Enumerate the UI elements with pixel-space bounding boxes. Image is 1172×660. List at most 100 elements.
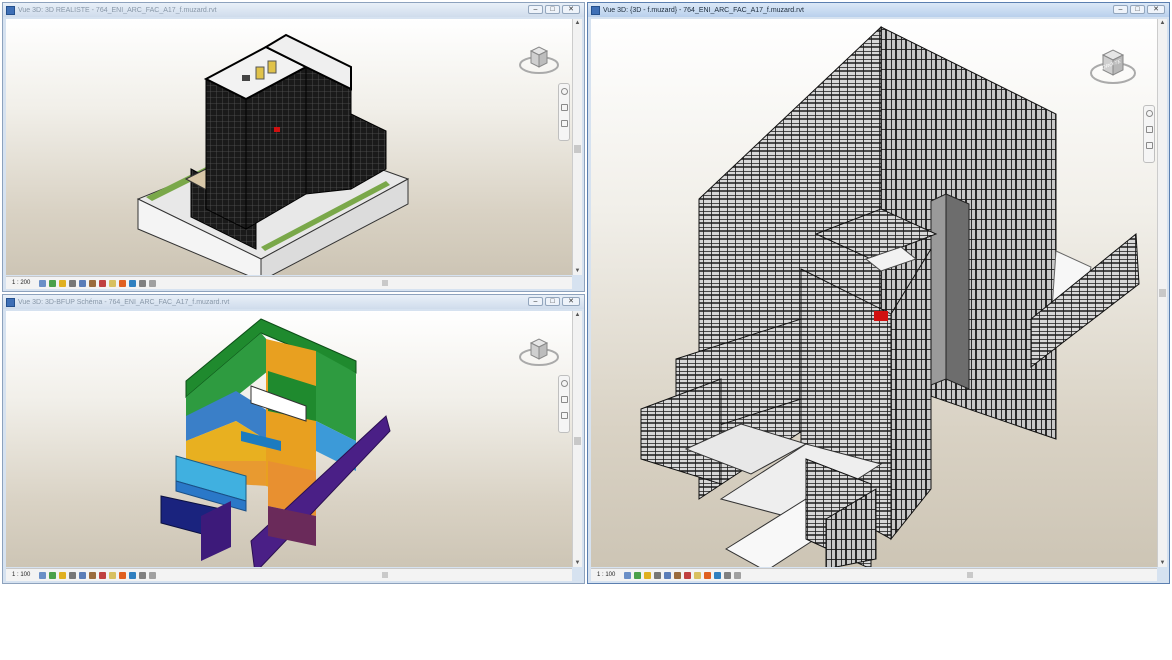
horizontal-scroll-thumb[interactable] [382,280,388,286]
vertical-scrollbar[interactable]: ▲ ▼ [1157,19,1167,567]
reveal-hidden-icon[interactable] [714,571,722,579]
viewcube[interactable] [518,333,560,374]
viewcube-icon [519,46,559,74]
highlight-displacement-icon[interactable] [149,279,157,287]
restore-button[interactable]: □ [545,297,560,306]
navigation-bar[interactable] [1143,105,1155,163]
crop-icon[interactable] [89,279,97,287]
horizontal-scroll-thumb[interactable] [967,572,973,578]
visual-style-icon[interactable] [49,279,57,287]
zoom-icon[interactable] [561,104,568,111]
scroll-down-arrow-icon[interactable]: ▼ [573,559,582,567]
analytical-model-icon[interactable] [139,279,147,287]
minimize-button[interactable]: – [528,297,543,306]
crop-visibility-icon[interactable] [684,571,692,579]
minimize-button[interactable]: – [1113,5,1128,14]
3d-viewport[interactable]: DROITE [591,19,1157,567]
shadows-icon[interactable] [69,571,77,579]
rendering-icon[interactable] [664,571,672,579]
scroll-up-arrow-icon[interactable]: ▲ [1158,19,1167,27]
sun-path-icon[interactable] [59,571,67,579]
close-button[interactable]: ✕ [562,297,580,306]
temporary-hide-icon[interactable] [704,571,712,579]
viewcube[interactable]: DROITE [1088,41,1138,94]
unlock-3d-icon[interactable] [694,571,702,579]
crop-icon[interactable] [89,571,97,579]
close-button[interactable]: ✕ [562,5,580,14]
scroll-up-arrow-icon[interactable]: ▲ [573,19,582,27]
window-title: Vue 3D: {3D - f.muzard} - 764_ENI_ARC_FA… [603,6,804,14]
crop-visibility-icon[interactable] [99,279,107,287]
revit-view-icon [591,5,600,15]
revit-view-icon [6,5,15,15]
viewcube-icon [519,338,559,366]
facade-frame-model [640,25,1140,567]
reveal-hidden-icon[interactable] [129,571,137,579]
minimize-button[interactable]: – [528,5,543,14]
visual-style-icon[interactable] [634,571,642,579]
shadows-icon[interactable] [69,279,77,287]
zoom-icon[interactable] [1146,126,1153,133]
scroll-down-arrow-icon[interactable]: ▼ [1158,559,1167,567]
temporary-hide-icon[interactable] [119,279,127,287]
scroll-up-arrow-icon[interactable]: ▲ [573,311,582,319]
steering-wheel-icon[interactable] [561,88,568,95]
viewcube[interactable] [518,41,560,82]
scale-label[interactable]: 1 : 200 [12,280,30,286]
scale-label[interactable]: 1 : 100 [12,572,30,578]
unlock-3d-icon[interactable] [109,571,117,579]
rendering-icon[interactable] [79,279,87,287]
window-titlebar[interactable]: Vue 3D: 3D-BFUP Schéma - 764_ENI_ARC_FAC… [3,295,584,309]
analytical-model-icon[interactable] [139,571,147,579]
window-titlebar[interactable]: Vue 3D: {3D - f.muzard} - 764_ENI_ARC_FA… [588,3,1169,17]
temporary-hide-icon[interactable] [119,571,127,579]
crop-icon[interactable] [674,571,682,579]
highlight-displacement-icon[interactable] [734,571,742,579]
steering-wheel-icon[interactable] [1146,110,1153,117]
model-graphics-icon[interactable] [39,279,47,287]
rendering-icon[interactable] [79,571,87,579]
model-graphics-icon[interactable] [39,571,47,579]
horizontal-scroll-thumb[interactable] [382,572,388,578]
analytical-model-icon[interactable] [724,571,732,579]
view-control-bar: 1 : 100 [6,568,572,581]
reveal-hidden-icon[interactable] [129,279,137,287]
scale-label[interactable]: 1 : 100 [597,572,615,578]
scroll-down-arrow-icon[interactable]: ▼ [573,267,582,275]
highlight-displacement-icon[interactable] [149,571,157,579]
visual-style-icon[interactable] [49,571,57,579]
model-graphics-icon[interactable] [624,571,632,579]
navigation-bar[interactable] [558,83,570,141]
sun-path-icon[interactable] [644,571,652,579]
crop-visibility-icon[interactable] [99,571,107,579]
view-control-bar: 1 : 200 [6,276,572,289]
window-title: Vue 3D: 3D-BFUP Schéma - 764_ENI_ARC_FAC… [18,298,230,306]
scrollbar-thumb[interactable] [574,145,581,153]
sun-path-icon[interactable] [59,279,67,287]
unlock-3d-icon[interactable] [109,279,117,287]
zoom-options-icon[interactable] [561,120,568,127]
navigation-bar[interactable] [558,375,570,433]
3d-viewport[interactable] [6,311,572,567]
steering-wheel-icon[interactable] [561,380,568,387]
zoom-icon[interactable] [561,396,568,403]
3d-viewport[interactable] [6,19,572,275]
zoom-options-icon[interactable] [1146,142,1153,149]
window-title: Vue 3D: 3D REALISTE - 764_ENI_ARC_FAC_A1… [18,6,217,14]
window-titlebar[interactable]: Vue 3D: 3D REALISTE - 764_ENI_ARC_FAC_A1… [3,3,584,17]
view-window-realiste[interactable]: Vue 3D: 3D REALISTE - 764_ENI_ARC_FAC_A1… [2,2,585,292]
view-window-bfup[interactable]: Vue 3D: 3D-BFUP Schéma - 764_ENI_ARC_FAC… [2,294,585,584]
revit-view-icon [6,297,15,307]
restore-button[interactable]: □ [545,5,560,14]
vertical-scrollbar[interactable]: ▲ ▼ [572,19,582,275]
view-window-main[interactable]: Vue 3D: {3D - f.muzard} - 764_ENI_ARC_FA… [587,2,1170,584]
scrollbar-thumb[interactable] [1159,289,1166,297]
restore-button[interactable]: □ [1130,5,1145,14]
close-button[interactable]: ✕ [1147,5,1165,14]
zoom-options-icon[interactable] [561,412,568,419]
vertical-scrollbar[interactable]: ▲ ▼ [572,311,582,567]
shadows-icon[interactable] [654,571,662,579]
bfup-schema-model [160,318,391,567]
realistic-building-model [136,33,410,275]
scrollbar-thumb[interactable] [574,437,581,445]
